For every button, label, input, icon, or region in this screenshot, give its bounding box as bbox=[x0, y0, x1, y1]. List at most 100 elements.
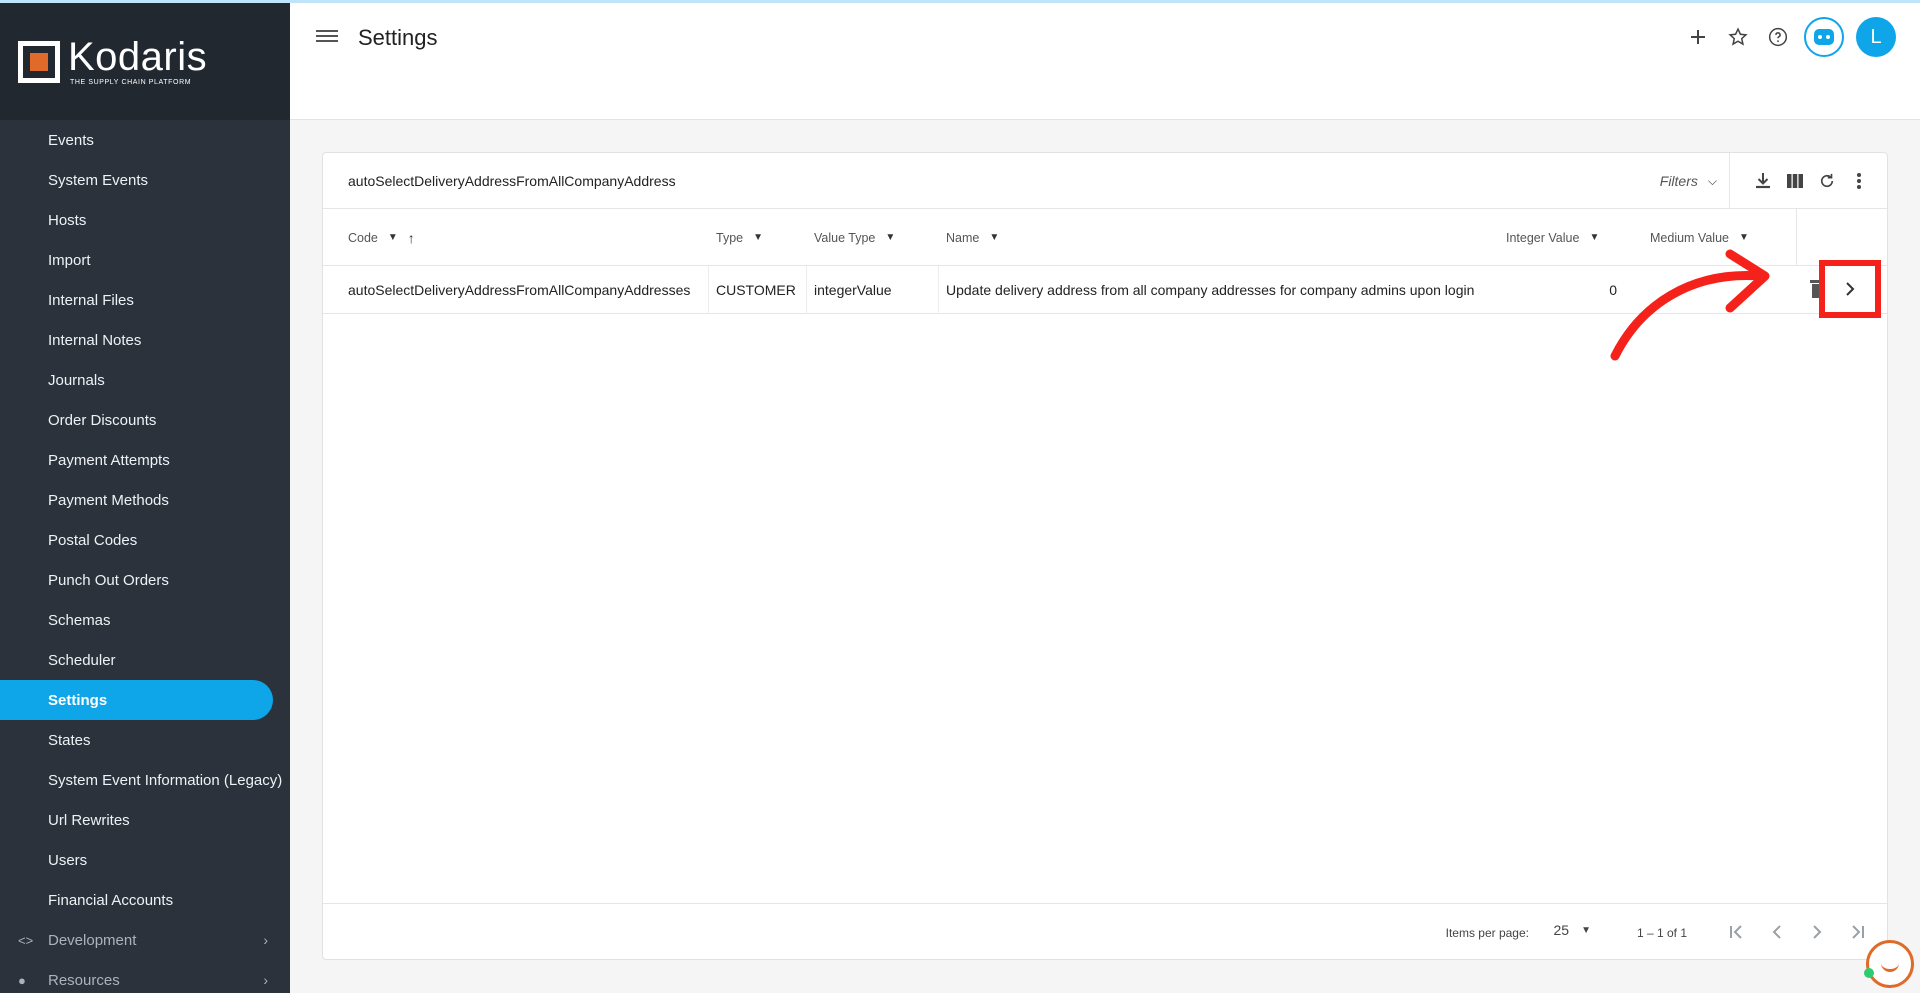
sidebar-item-financial-accounts[interactable]: Financial Accounts bbox=[0, 880, 290, 920]
sort-down-icon[interactable]: ▼ bbox=[1739, 232, 1749, 243]
table-toolbar: autoSelectDeliveryAddressFromAllCompanyA… bbox=[323, 153, 1887, 209]
logo[interactable]: Kodaris THE SUPPLY CHAIN PLATFORM bbox=[0, 3, 290, 120]
sidebar-item-system-events[interactable]: System Events bbox=[0, 160, 290, 200]
sidebar: Kodaris THE SUPPLY CHAIN PLATFORM Events… bbox=[0, 3, 290, 993]
sidebar-item-url-rewrites[interactable]: Url Rewrites bbox=[0, 800, 290, 840]
chevron-right-icon: › bbox=[263, 932, 268, 948]
sidebar-item-postal-codes[interactable]: Postal Codes bbox=[0, 520, 290, 560]
arrow-up-icon[interactable]: ↑ bbox=[408, 230, 415, 246]
divider bbox=[1729, 153, 1730, 209]
sort-down-icon[interactable]: ▼ bbox=[753, 232, 763, 243]
caret-down-icon: ▼ bbox=[1581, 924, 1591, 936]
cell-value-type: integerValue bbox=[814, 282, 892, 298]
sidebar-item-scheduler[interactable]: Scheduler bbox=[0, 640, 290, 680]
sidebar-item-users[interactable]: Users bbox=[0, 840, 290, 880]
open-row-button[interactable] bbox=[1819, 260, 1881, 318]
sidebar-item-order-discounts[interactable]: Order Discounts bbox=[0, 400, 290, 440]
column-label: Type bbox=[716, 230, 744, 245]
sidebar-group-resources[interactable]: ● Resources › bbox=[0, 960, 290, 993]
chat-widget-icon[interactable] bbox=[1866, 940, 1914, 988]
sort-down-icon[interactable]: ▼ bbox=[989, 232, 999, 243]
page-range: 1 – 1 of 1 bbox=[1636, 926, 1687, 940]
online-status-dot bbox=[1864, 968, 1874, 978]
search-input[interactable]: autoSelectDeliveryAddressFromAllCompanyA… bbox=[348, 173, 676, 189]
cell-type: CUSTOMER bbox=[716, 282, 796, 298]
first-page-icon[interactable] bbox=[1717, 916, 1757, 948]
logo-tagline: THE SUPPLY CHAIN PLATFORM bbox=[70, 79, 192, 86]
sidebar-item-payment-methods[interactable]: Payment Methods bbox=[0, 480, 290, 520]
column-label: Integer Value bbox=[1506, 230, 1580, 245]
pager-buttons bbox=[1717, 916, 1877, 948]
column-label: Medium Value bbox=[1650, 230, 1729, 245]
sidebar-item-internal-files[interactable]: Internal Files bbox=[0, 280, 290, 320]
column-header-type[interactable]: Type ▼ bbox=[716, 209, 763, 266]
sort-down-icon[interactable]: ▼ bbox=[1589, 232, 1599, 243]
sidebar-group-label: Resources bbox=[48, 971, 120, 989]
sidebar-group-development[interactable]: <> Development › bbox=[0, 920, 290, 960]
sidebar-item-internal-notes[interactable]: Internal Notes bbox=[0, 320, 290, 360]
column-label: Code bbox=[348, 230, 378, 245]
column-header-value-type[interactable]: Value Type ▼ bbox=[814, 209, 895, 266]
cell-name: Update delivery address from all company… bbox=[946, 282, 1475, 298]
cell-integer-value: 0 bbox=[1609, 282, 1617, 298]
table-header: Code ▼ ↑ Type ▼ Value Type ▼ Name ▼ Inte… bbox=[323, 209, 1887, 266]
filters-label: Filters bbox=[1659, 173, 1698, 189]
settings-table-card: autoSelectDeliveryAddressFromAllCompanyA… bbox=[322, 152, 1888, 960]
help-circle-icon: ● bbox=[18, 972, 26, 988]
sidebar-item-hosts[interactable]: Hosts bbox=[0, 200, 290, 240]
bot-icon[interactable] bbox=[1804, 17, 1844, 57]
star-icon[interactable] bbox=[1718, 17, 1758, 57]
sidebar-item-schemas[interactable]: Schemas bbox=[0, 600, 290, 640]
column-header-name[interactable]: Name ▼ bbox=[946, 209, 999, 266]
sidebar-item-settings[interactable]: Settings bbox=[0, 680, 273, 720]
divider bbox=[1796, 209, 1797, 266]
sidebar-item-journals[interactable]: Journals bbox=[0, 360, 290, 400]
sidebar-nav: Events System Events Hosts Import Intern… bbox=[0, 120, 290, 993]
items-per-page-label: Items per page: bbox=[1445, 926, 1529, 940]
refresh-icon[interactable] bbox=[1811, 165, 1843, 197]
sidebar-item-punch-out-orders[interactable]: Punch Out Orders bbox=[0, 560, 290, 600]
sort-down-icon[interactable]: ▼ bbox=[885, 232, 895, 243]
top-bar: Settings L bbox=[290, 3, 1920, 120]
sort-down-icon[interactable]: ▼ bbox=[388, 232, 398, 243]
column-label: Value Type bbox=[814, 230, 876, 245]
download-icon[interactable] bbox=[1747, 165, 1779, 197]
sidebar-item-events[interactable]: Events bbox=[0, 120, 290, 160]
column-header-integer-value[interactable]: Integer Value ▼ bbox=[1506, 209, 1599, 266]
top-actions: L bbox=[1678, 17, 1896, 57]
table-actions bbox=[1747, 153, 1875, 209]
next-page-icon[interactable] bbox=[1797, 916, 1837, 948]
help-icon[interactable] bbox=[1758, 17, 1798, 57]
add-icon[interactable] bbox=[1678, 17, 1718, 57]
avatar[interactable]: L bbox=[1856, 17, 1896, 57]
sidebar-item-states[interactable]: States bbox=[0, 720, 290, 760]
menu-icon[interactable] bbox=[316, 27, 338, 47]
divider bbox=[938, 266, 939, 314]
logo-name: Kodaris bbox=[68, 35, 208, 79]
last-page-icon[interactable] bbox=[1837, 916, 1877, 948]
divider bbox=[708, 266, 709, 314]
divider bbox=[806, 266, 807, 314]
code-icon: <> bbox=[18, 932, 34, 948]
chevron-right-icon bbox=[1846, 282, 1855, 296]
filters-dropdown[interactable]: Filters ⌵ bbox=[1660, 153, 1717, 209]
more-vert-icon[interactable] bbox=[1843, 165, 1875, 197]
page-title: Settings bbox=[358, 25, 438, 50]
chevron-right-icon: › bbox=[263, 972, 268, 988]
column-header-medium-value[interactable]: Medium Value ▼ bbox=[1650, 209, 1749, 266]
sidebar-item-import[interactable]: Import bbox=[0, 240, 290, 280]
cell-code: autoSelectDeliveryAddressFromAllCompanyA… bbox=[348, 282, 691, 298]
columns-icon[interactable] bbox=[1779, 165, 1811, 197]
sidebar-item-payment-attempts[interactable]: Payment Attempts bbox=[0, 440, 290, 480]
items-per-page-select[interactable]: 25 ▼ bbox=[1554, 922, 1591, 938]
sidebar-group-label: Development bbox=[48, 931, 137, 949]
kodaris-logo-icon bbox=[18, 40, 60, 83]
previous-page-icon[interactable] bbox=[1757, 916, 1797, 948]
column-header-code[interactable]: Code ▼ ↑ bbox=[348, 209, 415, 266]
sidebar-item-system-event-information-legacy[interactable]: System Event Information (Legacy) bbox=[0, 760, 290, 800]
table-row[interactable]: autoSelectDeliveryAddressFromAllCompanyA… bbox=[323, 260, 1887, 318]
column-label: Name bbox=[946, 230, 980, 245]
paginator: Items per page: 25 ▼ 1 – 1 of 1 bbox=[323, 903, 1887, 959]
logo-text: Kodaris THE SUPPLY CHAIN PLATFORM bbox=[68, 37, 207, 86]
chevron-down-icon: ⌵ bbox=[1707, 173, 1717, 188]
